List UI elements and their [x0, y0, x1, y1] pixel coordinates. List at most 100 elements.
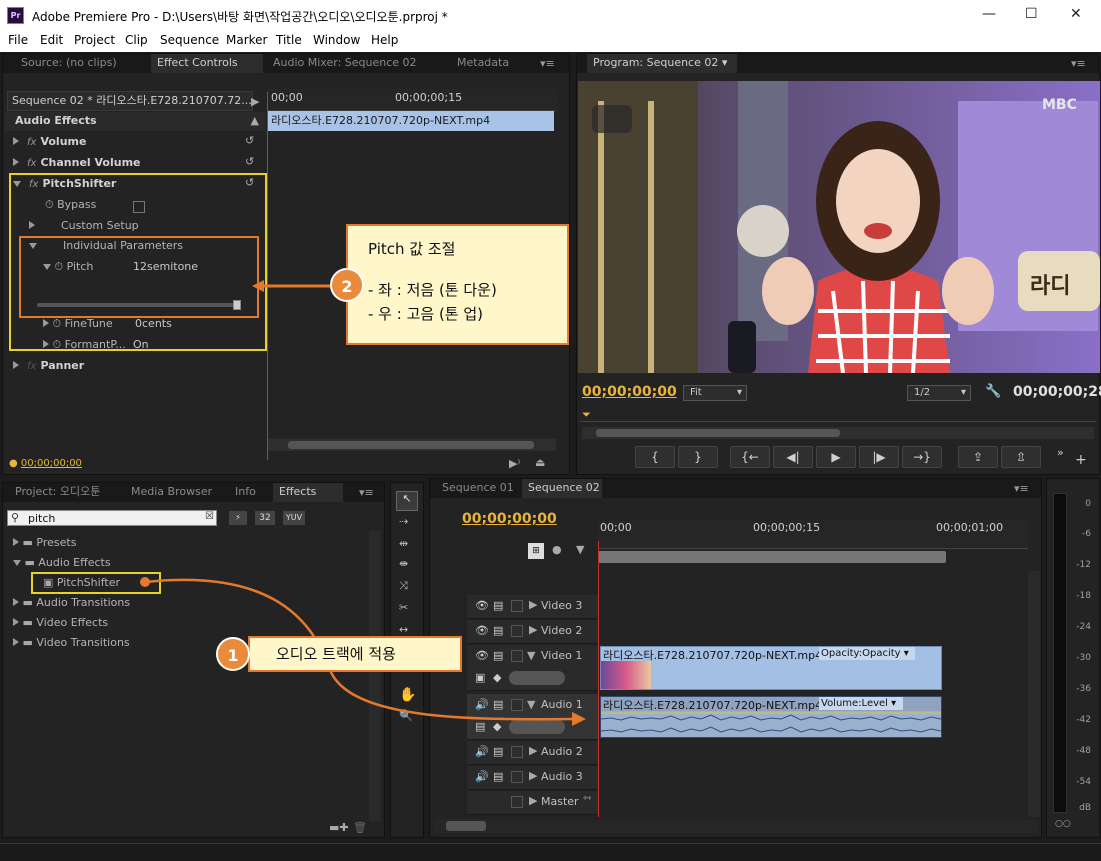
pitch-slider[interactable]	[37, 303, 241, 307]
finetune-value[interactable]: 0cents	[135, 314, 172, 335]
marker-icon[interactable]: ●	[552, 543, 562, 556]
add-marker-icon[interactable]: ▼	[576, 543, 584, 556]
work-area-bar[interactable]	[598, 551, 946, 563]
tab-effect-controls[interactable]: Effect Controls	[151, 54, 263, 73]
expand-icon[interactable]	[13, 598, 19, 606]
panel-menu-icon[interactable]: ▾≡	[1071, 57, 1086, 70]
program-timecode[interactable]: 00;00;00;00	[582, 384, 677, 400]
expand-icon[interactable]	[43, 340, 49, 348]
collapse-icon[interactable]	[29, 243, 37, 249]
maximize-icon[interactable]: ☐	[1025, 6, 1038, 22]
solo-icon[interactable]: ○○	[1055, 819, 1071, 829]
panel-menu-icon[interactable]: ▾≡	[359, 486, 374, 499]
tab-audio-mixer[interactable]: Audio Mixer: Sequence 02	[267, 54, 439, 73]
menu-window[interactable]: Window	[313, 33, 360, 47]
tab-sequence-02[interactable]: Sequence 02	[522, 479, 602, 498]
expand-icon[interactable]	[29, 221, 35, 229]
stopwatch-icon[interactable]: ⏱	[53, 317, 62, 330]
yuv-badge[interactable]: YUV	[283, 511, 305, 525]
go-to-in-button[interactable]: {←	[730, 446, 770, 468]
mark-out-button[interactable]: }	[678, 446, 718, 468]
menu-title[interactable]: Title	[276, 33, 302, 47]
collapse-icon[interactable]	[43, 264, 51, 270]
expand-icon[interactable]	[43, 319, 49, 327]
resolution-dropdown[interactable]: 1/2 ▾	[907, 385, 971, 401]
menu-help[interactable]: Help	[371, 33, 398, 47]
ec-timecode-value[interactable]: 00;00;00;00	[21, 458, 82, 469]
mark-in-button[interactable]: {	[635, 446, 675, 468]
lift-button[interactable]: ⇪	[958, 446, 998, 468]
sync-lock-icon[interactable]: ▤	[493, 770, 503, 783]
ec-clip-bar[interactable]: 라디오스타.E728.210707.720p-NEXT.mp4	[267, 111, 554, 131]
effects-search-input[interactable]: ⚲ pitch ☒	[7, 510, 217, 526]
go-to-out-button[interactable]: →}	[902, 446, 942, 468]
export-icon[interactable]: ⏏	[535, 456, 545, 469]
folder-audio-transitions[interactable]: ▬ Audio Transitions	[13, 593, 130, 614]
step-back-button[interactable]: ◀|	[773, 446, 813, 468]
folder-video-transitions[interactable]: ▬ Video Transitions	[13, 633, 130, 654]
expand-icon[interactable]	[13, 618, 19, 626]
timeline-timecode[interactable]: 00;00;00;00	[462, 511, 557, 527]
param-custom-setup[interactable]: Custom Setup	[29, 216, 139, 237]
tab-effects[interactable]: Effects	[273, 483, 343, 502]
panel-menu-icon[interactable]: ▾≡	[1014, 482, 1029, 495]
tab-info[interactable]: Info	[229, 483, 269, 502]
audio-fx-dropdown[interactable]: Volume:Level ▾	[819, 697, 903, 710]
scrollbar-thumb[interactable]	[288, 441, 534, 449]
lock-toggle[interactable]	[511, 746, 523, 758]
formant-value[interactable]: On	[133, 335, 149, 356]
effect-item-pitchshifter[interactable]: ▣ PitchShifter	[43, 573, 120, 594]
reset-icon[interactable]: ↺	[245, 134, 254, 147]
effect-panner[interactable]: fx Panner	[13, 356, 84, 377]
tab-metadata[interactable]: Metadata	[451, 54, 511, 73]
collapse-icon[interactable]	[13, 181, 21, 187]
video-fx-dropdown[interactable]: Opacity:Opacity ▾	[819, 647, 915, 660]
effect-pitchshifter[interactable]: fx PitchShifter	[13, 174, 116, 195]
expand-icon[interactable]	[13, 538, 19, 546]
folder-audio-effects[interactable]: ▬ Audio Effects	[13, 553, 111, 574]
tab-project[interactable]: Project: 오디오툰	[9, 483, 119, 502]
rolling-edit-tool-icon[interactable]: ⇼	[399, 557, 408, 570]
extract-button[interactable]: ⇫	[1001, 446, 1041, 468]
timeline-ruler[interactable]: 00;00 00;00;00;15 00;00;01;00	[598, 519, 1028, 549]
folder-presets[interactable]: ▬ Presets	[13, 533, 76, 554]
play-only-audio-icon[interactable]: ▶	[251, 95, 259, 108]
folder-video-effects[interactable]: ▬ Video Effects	[13, 613, 108, 634]
delete-icon[interactable]: 🗑	[353, 821, 367, 834]
expand-icon[interactable]	[13, 158, 19, 166]
play-audio-icon[interactable]: ▶⁾	[509, 457, 520, 470]
tab-source[interactable]: Source: (no clips)	[15, 54, 145, 73]
expand-icon[interactable]	[13, 137, 19, 145]
track-select-tool-icon[interactable]: ⇢	[399, 515, 408, 528]
stopwatch-icon[interactable]: ⏱	[55, 260, 64, 273]
new-bin-icon[interactable]: ▬✚	[329, 821, 349, 834]
timeline-hscroll[interactable]	[434, 819, 1038, 833]
pitch-value[interactable]: 12semitone	[133, 257, 198, 278]
zoom-bar-thumb[interactable]	[596, 429, 840, 437]
wrench-icon[interactable]: 🔧	[985, 384, 1001, 399]
step-forward-button[interactable]: |▶	[859, 446, 899, 468]
effect-volume[interactable]: fx Volume	[13, 132, 86, 153]
timeline-playhead[interactable]	[598, 541, 599, 817]
audio-clip[interactable]: 라디오스타.E728.210707.720p-NEXT.mp4 Volume:L…	[600, 696, 942, 738]
reset-icon[interactable]: ↺	[245, 155, 254, 168]
video-clip[interactable]: 라디오스타.E728.210707.720p-NEXT.mp4 Opacity:…	[600, 646, 942, 690]
panel-menu-icon[interactable]: ▾≡	[540, 57, 555, 70]
param-individual[interactable]: Individual Parameters	[29, 236, 183, 257]
collapse-arrow-icon[interactable]: ▲	[251, 112, 259, 130]
ripple-edit-tool-icon[interactable]: ⇹	[399, 537, 408, 550]
menu-edit[interactable]: Edit	[40, 33, 63, 47]
lock-toggle[interactable]	[511, 771, 523, 783]
pitch-slider-handle[interactable]	[233, 300, 241, 310]
master-icon[interactable]: ⇿	[583, 793, 591, 804]
tab-media-browser[interactable]: Media Browser	[125, 483, 225, 502]
accelerated-effects-icon[interactable]: ⚡	[229, 511, 247, 525]
menu-file[interactable]: File	[8, 33, 28, 47]
program-zoom-bar[interactable]	[582, 427, 1094, 439]
close-icon[interactable]: ✕	[1070, 6, 1082, 22]
stopwatch-icon[interactable]: ⏱	[45, 198, 54, 211]
tab-program[interactable]: Program: Sequence 02 ▾	[587, 54, 737, 73]
clear-search-icon[interactable]: ☒	[205, 511, 214, 522]
expand-icon[interactable]	[13, 361, 19, 369]
expand-icon[interactable]	[13, 638, 19, 646]
